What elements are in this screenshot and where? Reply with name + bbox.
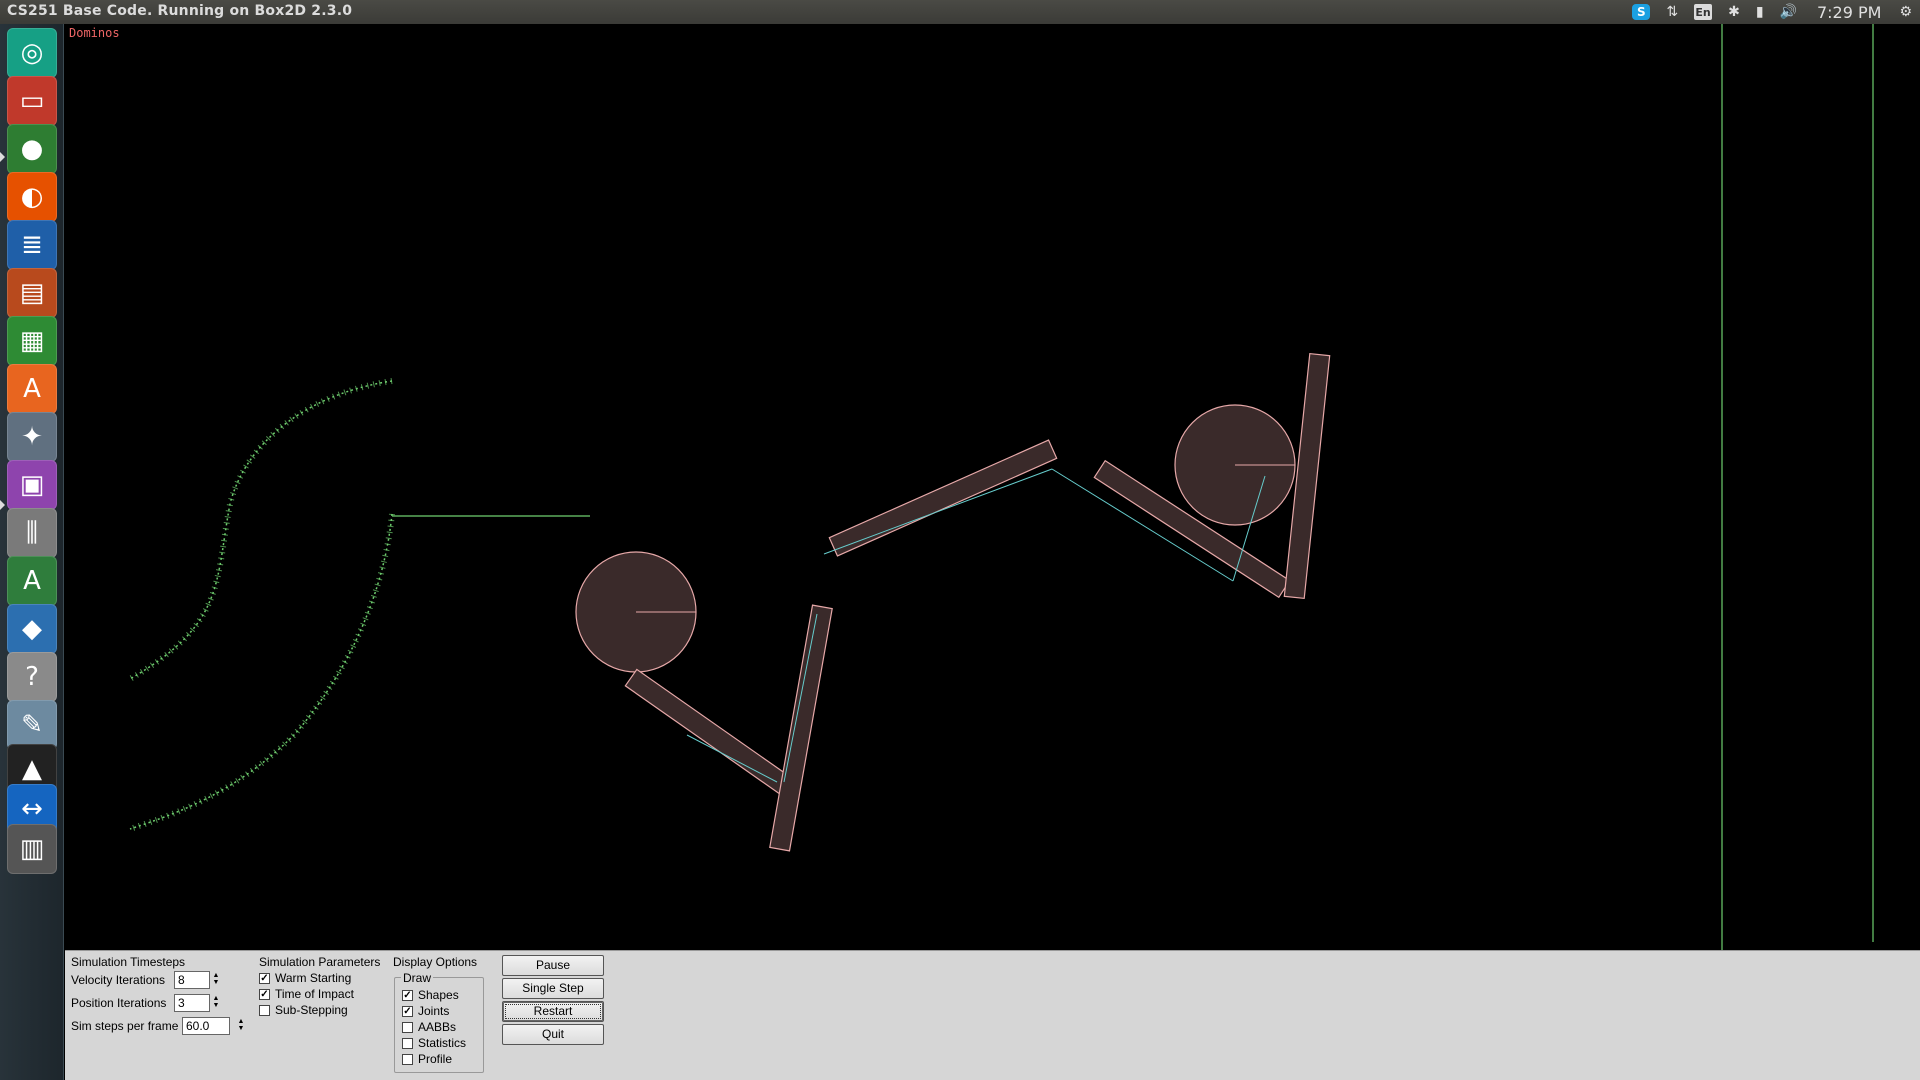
velocity-iterations-stepper[interactable]: ▲ ▼ bbox=[210, 972, 222, 988]
shapes-checkbox[interactable]: ✓ Shapes bbox=[402, 988, 459, 1002]
scene bbox=[128, 24, 1874, 950]
plank-2 bbox=[769, 604, 833, 852]
software-center-icon[interactable]: A bbox=[7, 364, 57, 414]
position-iterations-label: Position Iterations bbox=[71, 996, 167, 1010]
velocity-iterations-label: Velocity Iterations bbox=[71, 973, 166, 987]
ball-right bbox=[1174, 404, 1296, 526]
profile-box bbox=[402, 1053, 413, 1065]
position-iterations-stepper[interactable]: ▲ ▼ bbox=[210, 995, 222, 1011]
launcher: ◎ ▭ ● ◐ ≣ ▤ ▦ A ✦ ▣ ⫼ A ◆? ✎ ▲ ↔ ▥ bbox=[0, 24, 64, 1080]
draw-group-title: Draw bbox=[401, 971, 434, 985]
aabbs-label: AABBs bbox=[418, 1020, 457, 1034]
sim-steps-stepper[interactable]: ▲ ▼ bbox=[235, 1018, 247, 1034]
running-app-indicator bbox=[0, 152, 5, 162]
restart-button[interactable]: Restart bbox=[502, 1001, 604, 1022]
indicator-area: S ⇅ En ✱ ▮ 🔊 7:29 PM ⚙ bbox=[1624, 0, 1920, 24]
sub-stepping-label: Sub-Stepping bbox=[275, 1003, 348, 1017]
files-icon[interactable]: ▭ bbox=[7, 76, 57, 126]
position-iterations-input[interactable]: 3 bbox=[174, 994, 210, 1012]
running-app-indicator bbox=[0, 500, 5, 510]
window-title: CS251 Base Code. Running on Box2D 2.3.0 bbox=[7, 3, 353, 19]
android-studio-icon[interactable]: A bbox=[7, 556, 57, 606]
sub-stepping-box bbox=[259, 1004, 270, 1016]
skype-icon[interactable]: S bbox=[1632, 4, 1651, 20]
profile-label: Profile bbox=[418, 1052, 453, 1066]
simulation-canvas[interactable]: Dominos bbox=[65, 24, 1920, 950]
impress-icon[interactable]: ▤ bbox=[7, 268, 57, 318]
time-of-impact-checkbox[interactable]: ✓ Time of Impact bbox=[259, 987, 354, 1001]
bluetooth-icon[interactable]: ✱ bbox=[1728, 4, 1740, 20]
sim-steps-input[interactable]: 60.0 bbox=[182, 1017, 230, 1035]
warm-starting-checkbox[interactable]: ✓ Warm Starting bbox=[259, 971, 351, 985]
clock[interactable]: 7:29 PM bbox=[1817, 3, 1881, 22]
system-settings-icon[interactable]: ✦ bbox=[7, 412, 57, 462]
shapes-label: Shapes bbox=[418, 988, 459, 1002]
sub-stepping-checkbox[interactable]: Sub-Stepping bbox=[259, 1003, 348, 1017]
display-options-title: Display Options bbox=[393, 955, 478, 969]
mixer-icon[interactable]: ⫼ bbox=[7, 508, 57, 558]
image-viewer-icon[interactable]: ✎ bbox=[7, 700, 57, 750]
plank-3 bbox=[828, 439, 1058, 557]
time-of-impact-box: ✓ bbox=[259, 988, 270, 1000]
timesteps-title: Simulation Timesteps bbox=[71, 955, 186, 969]
pause-button[interactable]: Pause bbox=[502, 955, 604, 976]
statistics-label: Statistics bbox=[418, 1036, 467, 1050]
language-indicator[interactable]: En bbox=[1694, 4, 1713, 20]
ground-curve-lower bbox=[129, 513, 393, 830]
chrome-icon[interactable]: ● bbox=[7, 124, 57, 174]
sim-steps-label: Sim steps per frame bbox=[71, 1019, 179, 1033]
quit-button[interactable]: Quit bbox=[502, 1024, 604, 1045]
joints-box: ✓ bbox=[402, 1005, 413, 1017]
trash-icon[interactable]: ▥ bbox=[7, 824, 57, 874]
shapes-box: ✓ bbox=[402, 989, 413, 1001]
settings-icon[interactable]: ⚙ bbox=[1899, 4, 1912, 20]
ground-curve-lower-teeth bbox=[129, 513, 395, 832]
firefox-icon[interactable]: ◐ bbox=[7, 172, 57, 222]
top-panel: CS251 Base Code. Running on Box2D 2.3.0 … bbox=[0, 0, 1920, 24]
volume-icon[interactable]: 🔊 bbox=[1780, 4, 1797, 20]
single-step-button[interactable]: Single Step bbox=[502, 978, 604, 999]
joints-checkbox[interactable]: ✓ Joints bbox=[402, 1004, 449, 1018]
aabbs-checkbox[interactable]: AABBs bbox=[402, 1020, 456, 1034]
ubuntu-dash-icon[interactable]: ◎ bbox=[7, 28, 57, 78]
time-of-impact-label: Time of Impact bbox=[275, 987, 354, 1001]
python-icon[interactable]: ◆ bbox=[7, 604, 57, 654]
profile-checkbox[interactable]: Profile bbox=[402, 1052, 452, 1066]
aabbs-box bbox=[402, 1021, 413, 1033]
joints-label: Joints bbox=[418, 1004, 450, 1018]
velocity-iterations-input[interactable]: 8 bbox=[174, 971, 210, 989]
warm-starting-box: ✓ bbox=[259, 972, 270, 984]
statistics-box bbox=[402, 1037, 413, 1049]
workspace-switcher-icon[interactable]: ▣ bbox=[7, 460, 57, 510]
help-icon[interactable]: ? bbox=[7, 652, 57, 702]
calc-icon[interactable]: ▦ bbox=[7, 316, 57, 366]
ground-curve-upper bbox=[129, 380, 393, 680]
ground-curve-upper-teeth bbox=[128, 378, 393, 682]
warm-starting-label: Warm Starting bbox=[275, 971, 352, 985]
network-icon[interactable]: ⇅ bbox=[1666, 4, 1678, 20]
control-panel: Simulation Timesteps Velocity Iterations… bbox=[65, 950, 1920, 1080]
statistics-checkbox[interactable]: Statistics bbox=[402, 1036, 466, 1050]
ball-left bbox=[575, 551, 697, 673]
simulation-label: Dominos bbox=[69, 26, 120, 40]
writer-icon[interactable]: ≣ bbox=[7, 220, 57, 270]
parameters-title: Simulation Parameters bbox=[259, 955, 381, 969]
battery-icon[interactable]: ▮ bbox=[1756, 4, 1764, 20]
